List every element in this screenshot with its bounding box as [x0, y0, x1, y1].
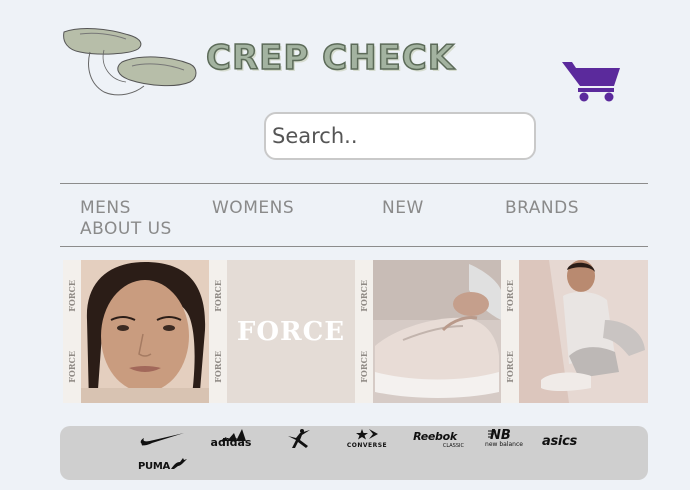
nav-item-brands[interactable]: BRANDS — [505, 198, 579, 218]
hero-panel-portrait: FORCE FORCE — [63, 260, 209, 403]
nike-swoosh-icon[interactable] — [140, 432, 186, 446]
site-title: CREP CHECK — [205, 37, 456, 79]
puma-cat-icon — [171, 458, 187, 469]
force-logo-text: FORCE — [236, 316, 346, 347]
nav-item-about-us[interactable]: ABOUT US — [80, 219, 172, 239]
new-balance-logo[interactable]: NB new balance — [478, 428, 530, 450]
nav-item-new[interactable]: NEW — [382, 198, 424, 218]
new-balance-nb-icon: NB — [488, 428, 511, 440]
hero-panel-sneaker: FORCE FORCE — [355, 260, 501, 403]
nav-item-mens[interactable]: MENS — [80, 198, 131, 218]
nav-divider-top — [60, 183, 648, 184]
hero-banner[interactable]: FORCE FORCE FORCE FORCE FORCE FORCE FORC… — [63, 260, 648, 403]
asics-logo[interactable]: asics — [542, 430, 602, 449]
converse-logo[interactable]: CONVERSE — [342, 428, 392, 450]
brand-logos-bar: adidas CONVERSE Reebok CLASSIC NB new ba… — [60, 426, 648, 480]
nav-item-womens[interactable]: WOMENS — [212, 198, 294, 218]
hero-panel-model: FORCE FORCE — [501, 260, 648, 403]
converse-star-icon — [356, 429, 378, 440]
adidas-logo[interactable]: adidas — [208, 428, 254, 448]
sneaker-photo — [373, 260, 501, 403]
force-strip: FORCE FORCE — [501, 260, 519, 403]
jumpman-icon[interactable] — [282, 428, 312, 450]
hero-panel-force-logo: FORCE FORCE FORCE — [209, 260, 355, 403]
force-strip: FORCE FORCE — [209, 260, 227, 403]
shopping-cart-icon[interactable] — [560, 58, 622, 102]
search-input[interactable] — [264, 112, 536, 160]
model-photo — [519, 260, 648, 403]
nav-divider-bottom — [60, 246, 648, 247]
force-strip: FORCE FORCE — [63, 260, 81, 403]
portrait-photo — [81, 260, 209, 403]
sneakers-sketch-icon — [63, 28, 197, 96]
puma-logo[interactable]: PUMA — [136, 456, 188, 476]
force-strip: FORCE FORCE — [355, 260, 373, 403]
reebok-logo[interactable]: Reebok CLASSIC — [406, 430, 464, 450]
page: CREP CHECK MENS WOMENS NEW BRANDS ABOUT … — [0, 0, 690, 490]
